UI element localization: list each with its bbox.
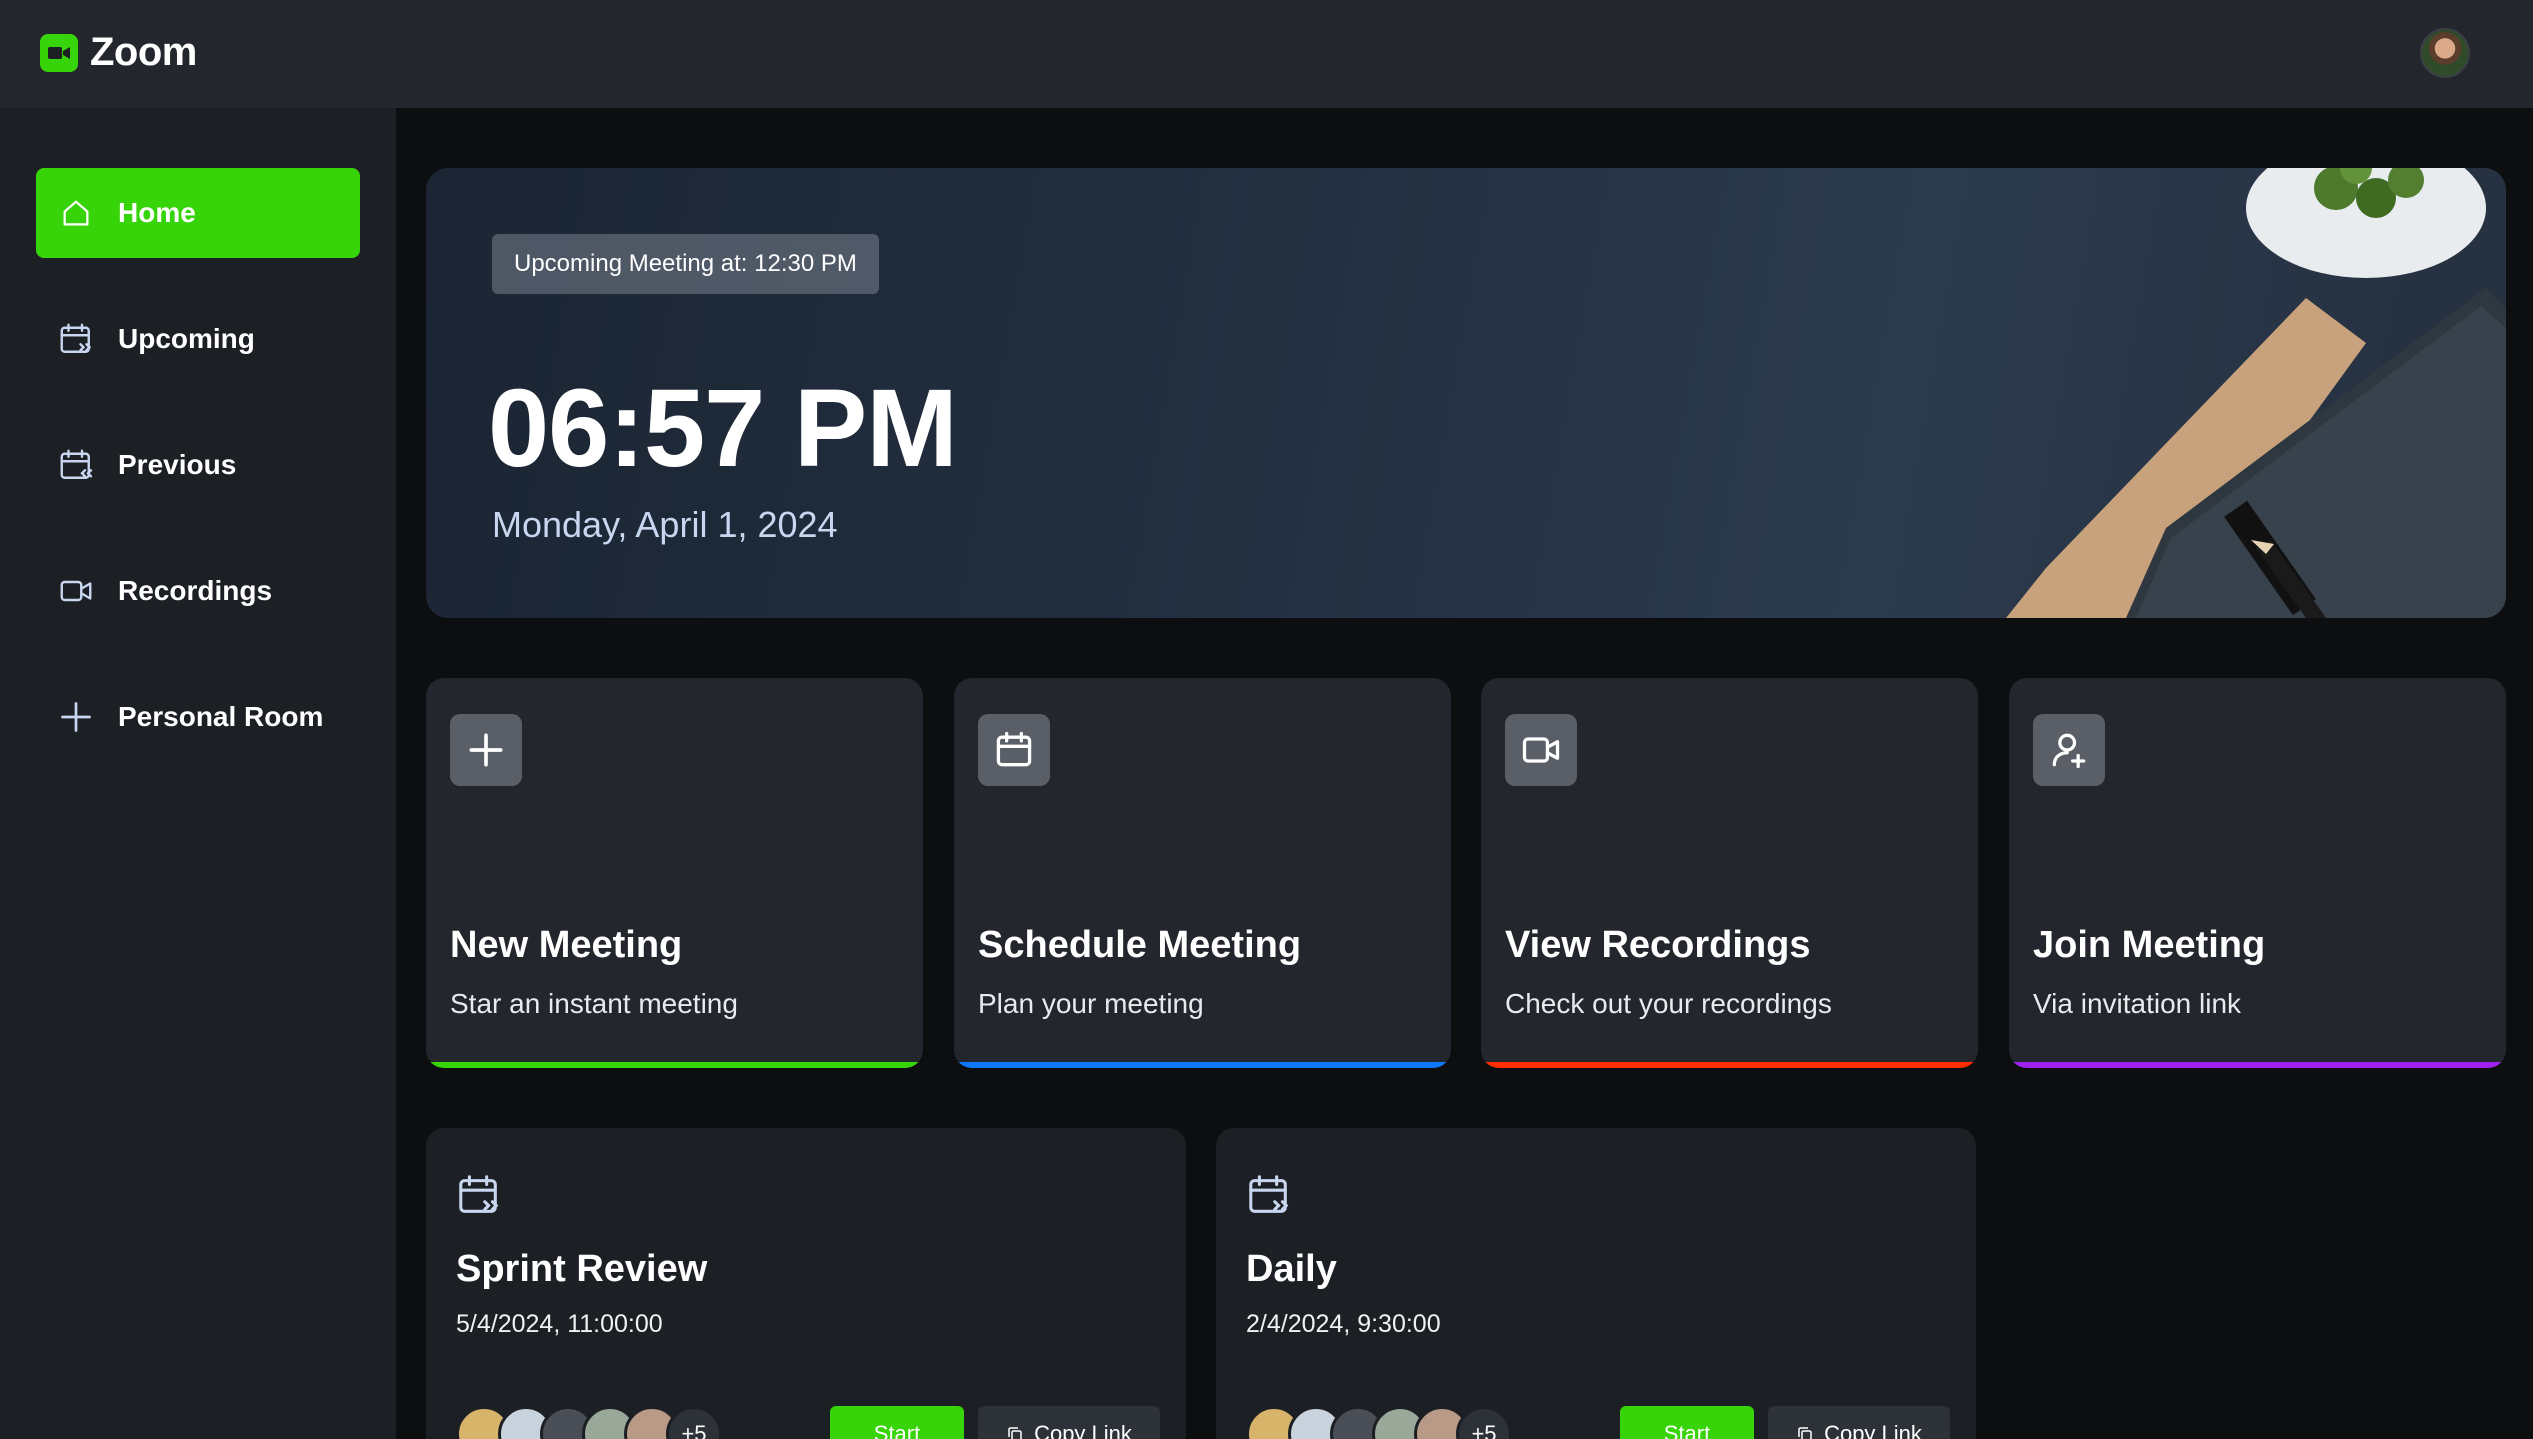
sidebar-item-label: Recordings (118, 575, 273, 606)
sidebar-item-label: Personal Room (118, 701, 324, 732)
card-title: New Meeting (450, 924, 683, 966)
meeting-datetime: 2/4/2024, 9:30:00 (1246, 1310, 1441, 1338)
home-icon (58, 195, 94, 231)
card-title: Join Meeting (2033, 924, 2266, 966)
copy-link-label: Copy Link (1824, 1421, 1922, 1439)
desk-background-image (2006, 168, 2506, 618)
meeting-card: Daily 2/4/2024, 9:30:00 +5 Start Copy Li… (1216, 1128, 1976, 1439)
meeting-title: Sprint Review (456, 1248, 708, 1290)
view-recordings-card[interactable]: View Recordings Check out your recording… (1481, 678, 1978, 1068)
card-accent-bar (1481, 1062, 1978, 1068)
calendar-icon (978, 714, 1050, 786)
copy-link-button[interactable]: Copy Link (1768, 1406, 1950, 1439)
upcoming-meeting-badge: Upcoming Meeting at: 12:30 PM (492, 234, 879, 294)
calendar-back-icon (58, 447, 94, 483)
card-description: Check out your recordings (1505, 988, 1832, 1019)
user-plus-icon (2033, 714, 2105, 786)
hero-banner: Upcoming Meeting at: 12:30 PM 06:57 PM M… (426, 168, 2506, 618)
meeting-title: Daily (1246, 1248, 1337, 1290)
copy-icon (1798, 1427, 1812, 1439)
current-time: 06:57 PM (488, 367, 958, 490)
sidebar: Home Upcoming Previous Recordings Person… (0, 108, 396, 1439)
card-accent-bar (2009, 1062, 2506, 1068)
card-accent-bar (426, 1062, 923, 1068)
user-avatar[interactable] (2420, 28, 2470, 78)
sidebar-item-personal-room[interactable]: Personal Room (36, 672, 360, 762)
start-button[interactable]: Start (830, 1406, 964, 1439)
attendee-avatars: +5 (456, 1406, 722, 1439)
sidebar-item-previous[interactable]: Previous (36, 420, 360, 510)
calendar-forward-icon (459, 1175, 499, 1213)
copy-link-label: Copy Link (1034, 1421, 1132, 1439)
plus-icon (58, 699, 94, 735)
current-date: Monday, April 1, 2024 (492, 504, 838, 545)
attendee-avatars: +5 (1246, 1406, 1512, 1439)
sidebar-item-recordings[interactable]: Recordings (36, 546, 360, 636)
card-description: Via invitation link (2033, 988, 2242, 1019)
card-description: Star an instant meeting (450, 988, 738, 1019)
logo[interactable]: Zoom (40, 30, 197, 75)
top-navbar: Zoom (0, 0, 2533, 108)
extra-attendees-count: +5 (1456, 1406, 1512, 1439)
start-button[interactable]: Start (1620, 1406, 1754, 1439)
meeting-card: Sprint Review 5/4/2024, 11:00:00 +5 Star… (426, 1128, 1186, 1439)
copy-icon (1008, 1427, 1022, 1439)
new-meeting-card[interactable]: New Meeting Star an instant meeting (426, 678, 923, 1068)
sidebar-item-label: Upcoming (118, 323, 255, 354)
video-icon (1505, 714, 1577, 786)
app-title: Zoom (90, 30, 197, 74)
schedule-meeting-card[interactable]: Schedule Meeting Plan your meeting (954, 678, 1451, 1068)
card-title: View Recordings (1505, 924, 1811, 966)
sidebar-item-label: Previous (118, 449, 237, 480)
calendar-forward-icon (58, 321, 94, 357)
sidebar-item-upcoming[interactable]: Upcoming (36, 294, 360, 384)
card-description: Plan your meeting (978, 988, 1204, 1019)
extra-attendees-count: +5 (666, 1406, 722, 1439)
sidebar-item-label: Home (118, 197, 196, 228)
join-meeting-card[interactable]: Join Meeting Via invitation link (2009, 678, 2506, 1068)
card-accent-bar (954, 1062, 1451, 1068)
calendar-forward-icon (1249, 1175, 1289, 1213)
plus-icon (450, 714, 522, 786)
video-icon (58, 573, 94, 609)
video-camera-icon (40, 33, 78, 72)
copy-link-button[interactable]: Copy Link (978, 1406, 1160, 1439)
card-title: Schedule Meeting (978, 924, 1302, 966)
sidebar-item-home[interactable]: Home (36, 168, 360, 258)
meeting-datetime: 5/4/2024, 11:00:00 (456, 1310, 663, 1338)
